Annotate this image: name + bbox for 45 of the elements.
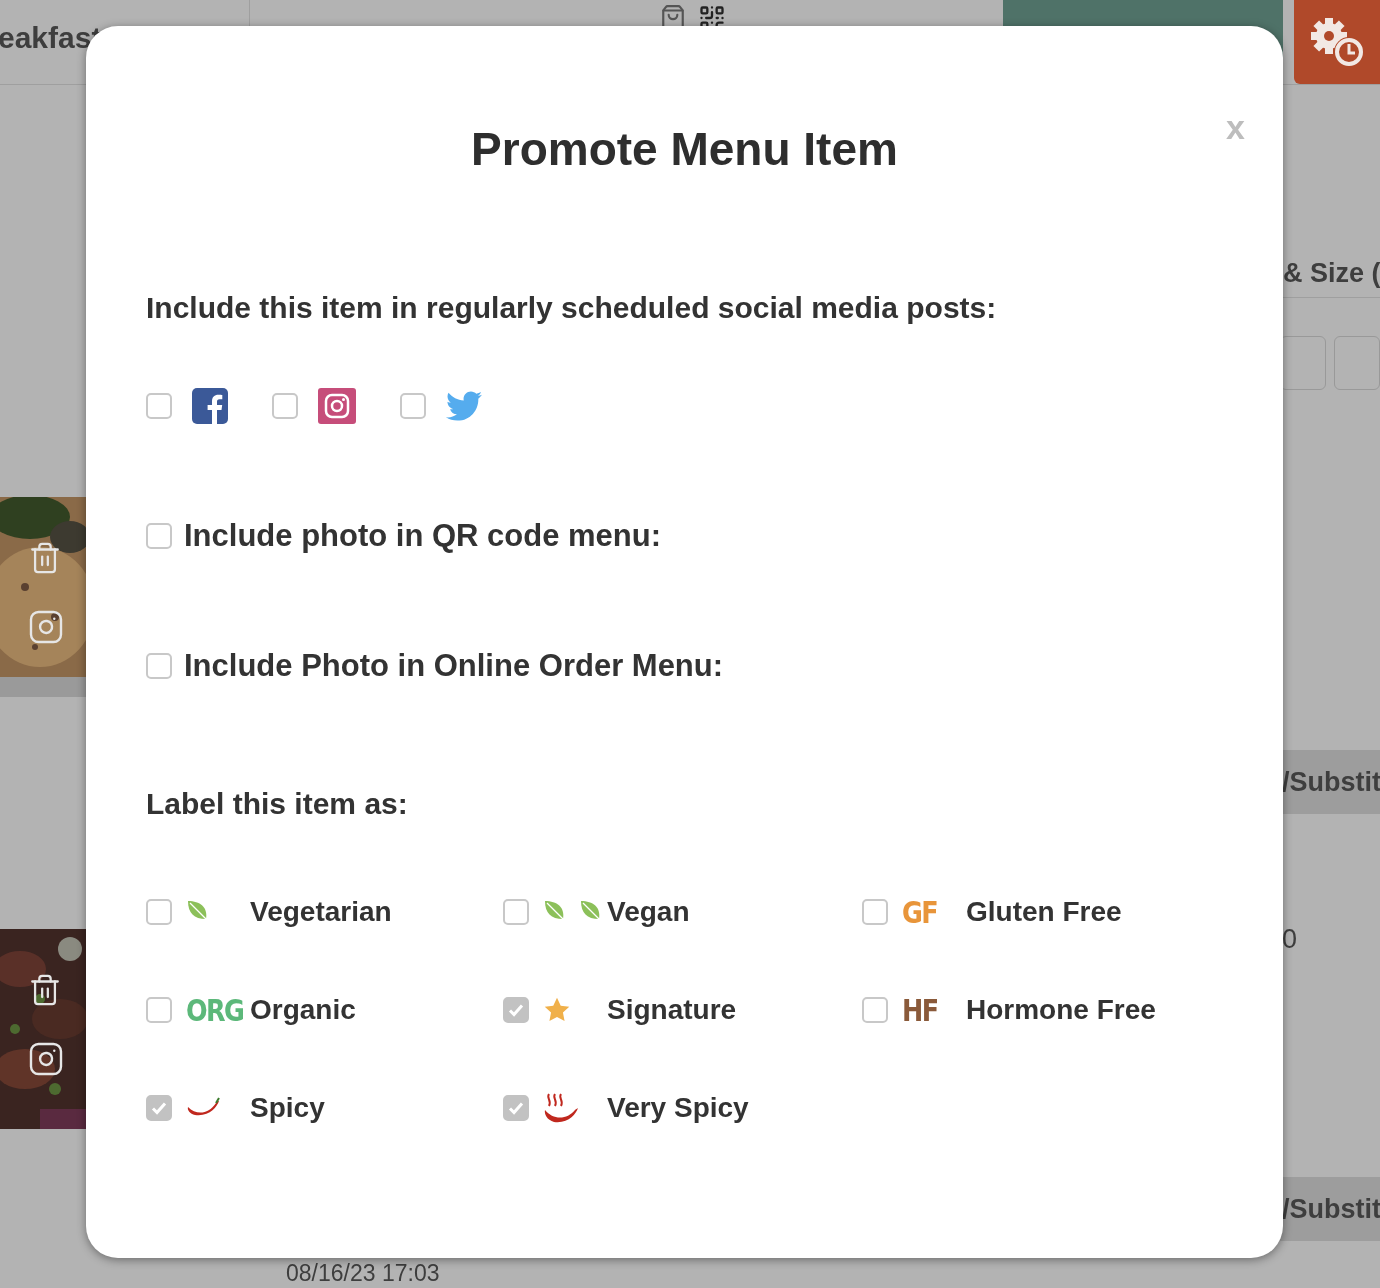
checkbox[interactable] [146, 1095, 172, 1121]
twitter-icon [446, 388, 482, 424]
checkbox[interactable] [146, 393, 172, 419]
option-label: Include Photo in Online Order Menu: [184, 648, 724, 684]
input-field[interactable] [1280, 336, 1326, 390]
hot-chili-icon [543, 1092, 579, 1124]
label-name: Vegetarian [250, 896, 392, 928]
label-name: Gluten Free [966, 896, 1122, 928]
timestamp: 08/16/23 17:03 [285, 1259, 441, 1288]
checkbox[interactable] [146, 523, 172, 549]
label-name: Spicy [250, 1092, 325, 1124]
checkbox[interactable] [400, 393, 426, 419]
checkbox[interactable] [503, 1095, 529, 1121]
option-label: Include photo in QR code menu: [184, 518, 662, 554]
instagram-icon[interactable] [28, 609, 64, 645]
section-band: /Substit [1280, 750, 1380, 814]
diet-label: GF [902, 896, 937, 928]
dialog-title: Promote Menu Item [470, 122, 899, 177]
settings-button[interactable] [1294, 0, 1380, 84]
trash-icon[interactable] [28, 973, 62, 1007]
diet-label: HF [902, 994, 938, 1026]
trash-icon[interactable] [28, 541, 62, 575]
label-name: Hormone Free [966, 994, 1156, 1026]
input-field[interactable] [1334, 336, 1380, 390]
label-name: Signature [607, 994, 737, 1026]
label-name: Vegan [607, 896, 690, 928]
section-heading: Label this item as: [146, 786, 409, 822]
cell-value: 0 [1281, 924, 1299, 955]
checkbox[interactable] [862, 997, 888, 1023]
checkbox[interactable] [862, 899, 888, 925]
checkbox[interactable] [503, 899, 529, 925]
checkbox[interactable] [146, 653, 172, 679]
instagram-icon[interactable] [28, 1041, 64, 1077]
facebook-icon [192, 388, 228, 424]
checkbox[interactable] [503, 997, 529, 1023]
section-heading: Include this item in regularly scheduled social media posts: [146, 290, 998, 326]
checkbox[interactable] [146, 899, 172, 925]
instagram-icon [318, 388, 356, 424]
checkbox[interactable] [272, 393, 298, 419]
close-button[interactable]: x [1226, 108, 1245, 147]
checkbox[interactable] [146, 997, 172, 1023]
diet-label: ORG [186, 994, 244, 1026]
label-name: Organic [250, 994, 356, 1026]
label-name: Very Spicy [607, 1092, 749, 1124]
section-band: /Substit [1280, 1177, 1380, 1241]
